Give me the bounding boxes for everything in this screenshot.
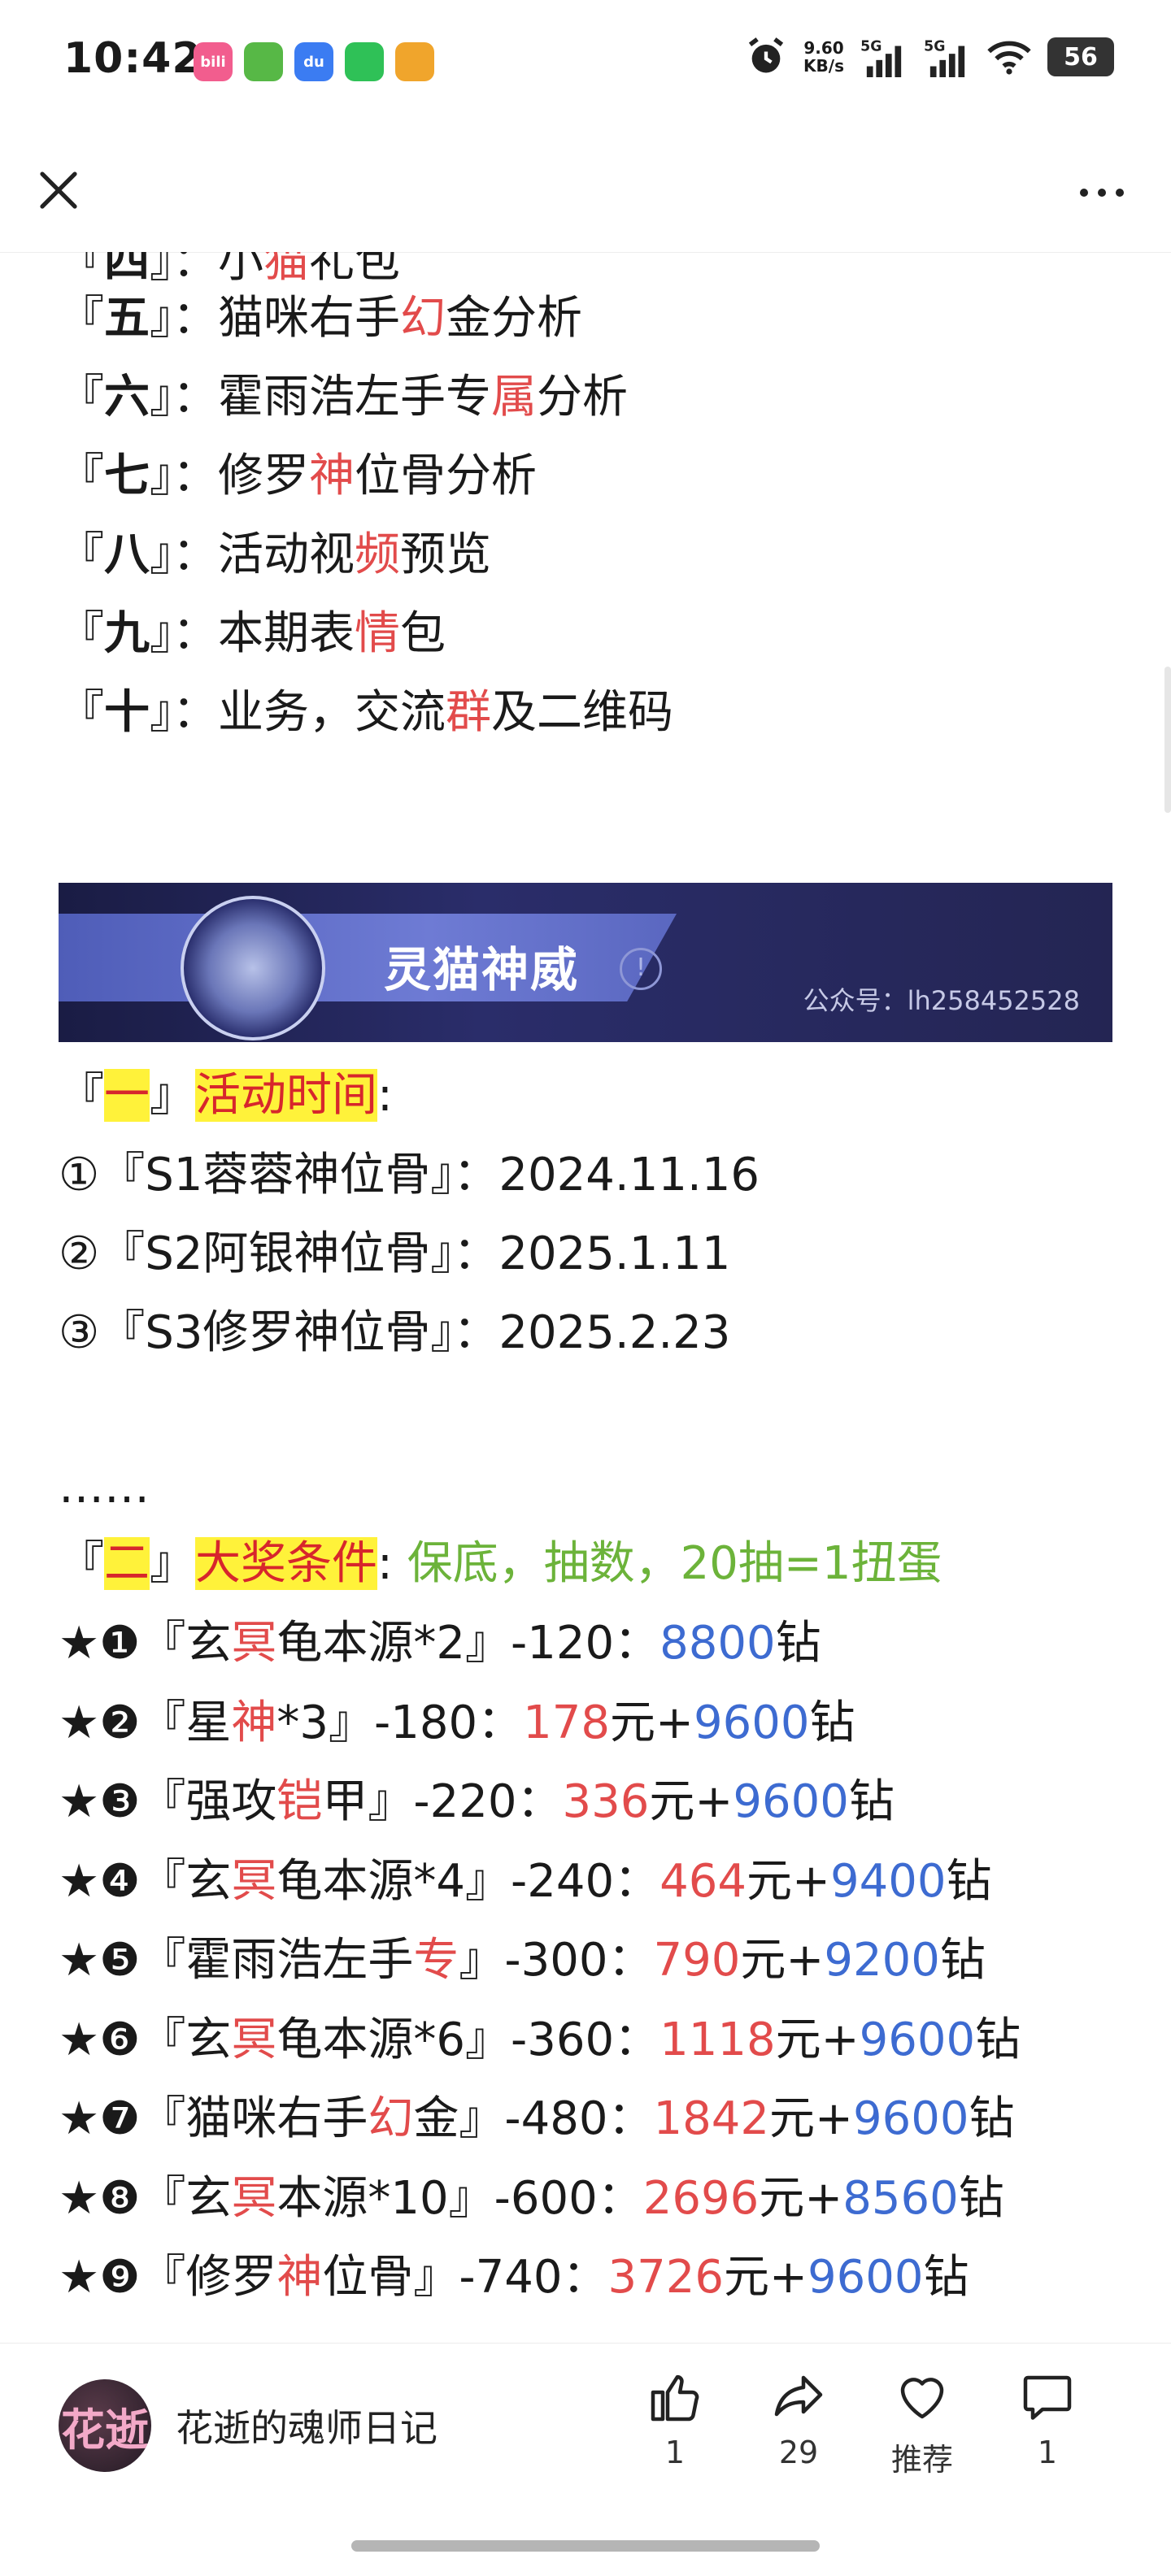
prize-tier-item: ★❹『玄冥龟本源*4』-240：464元+9400钻 (59, 1854, 992, 1908)
svg-text:5G: 5G (860, 38, 882, 54)
toc-item: 『五』：猫咪右手幻金分析 (59, 292, 582, 345)
notification-icons: bili du (194, 42, 434, 81)
recommend-button[interactable]: 推荐 (873, 2368, 971, 2479)
thumbs-up-icon (651, 2374, 699, 2422)
banner-title: 灵猫神威 (384, 942, 580, 997)
section-banner-image: 灵猫神威 ! 公众号：lh258452528 (59, 883, 1112, 1042)
status-bar: 10:42 bili du 9.60 KB/s 5G 5G 56 (0, 0, 1171, 122)
avatar[interactable]: 花逝 (59, 2379, 151, 2472)
toc-item: 『八』：活动视频预览 (59, 528, 491, 581)
like-count: 1 (664, 2435, 686, 2470)
scrollbar[interactable] (1164, 667, 1171, 813)
more-options-icon[interactable] (1080, 189, 1124, 197)
battery-indicator: 56 (1047, 37, 1114, 76)
banner-watermark: 公众号：lh258452528 (803, 985, 1080, 1016)
comment-count: 1 (1037, 2435, 1058, 2470)
prize-tier-item: ★❶『玄冥龟本源*2』-120：8800钻 (59, 1617, 821, 1670)
section-heading-2: 『二』大奖条件: 保底，抽数，20抽=1扭蛋 (59, 1537, 942, 1590)
prize-tier-item: ★❾『修罗神位骨』-740：3726元+9600钻 (59, 2251, 969, 2304)
wechat-icon (345, 42, 384, 81)
share-arrow-icon (774, 2375, 823, 2417)
prize-tier-item: ★❽『玄冥本源*10』-600：2696元+8560钻 (59, 2171, 1004, 2225)
alarm-icon (748, 37, 784, 73)
toc-item: 『九』：本期表情包 (59, 607, 446, 660)
network-speed: 9.60 KB/s (803, 38, 844, 76)
wifi-icon (987, 41, 1031, 75)
home-indicator[interactable] (351, 2540, 820, 2552)
prize-tier-item: ★❸『强攻铠甲』-220：336元+9600钻 (59, 1775, 895, 1828)
signal-5g-icon: 5G (860, 38, 902, 77)
banner-emblem-icon (181, 896, 325, 1040)
schedule-item: ①『S1蓉蓉神位骨』：2024.11.16 (59, 1149, 760, 1201)
prize-tier-item: ★❻『玄冥龟本源*6』-360：1118元+9600钻 (59, 2013, 1021, 2066)
toc-item: 『十』：业务，交流群及二维码 (59, 686, 673, 739)
orange-app-icon (395, 42, 434, 81)
schedule-item: ③『S3修罗神位骨』：2025.2.23 (59, 1306, 731, 1359)
recommend-label: 推荐 (890, 2442, 953, 2478)
ellipsis-text: …… (59, 1461, 150, 1514)
signal-5g-icon-2: 5G (924, 38, 965, 77)
green-app-icon (244, 42, 283, 81)
clock: 10:42 (63, 34, 202, 83)
schedule-item: ②『S2阿银神位骨』：2025.1.11 (59, 1227, 731, 1280)
prize-tier-item: ★❼『猫咪右手幻金』-480：1842元+9600钻 (59, 2092, 1015, 2145)
section-heading-1: 『一』活动时间: (59, 1069, 393, 1122)
prize-tier-item: ★❺『霍雨浩左手专』-300：790元+9200钻 (59, 1934, 986, 1987)
bilibili-icon: bili (194, 42, 233, 81)
article-content: 『四』：小猫礼包 『五』：猫咪右手幻金分析 『六』：霍雨浩左手专属分析 『七』：修罗神… (0, 252, 1171, 2343)
article-nav-bar (0, 122, 1171, 253)
toc-item: 『七』：修罗神位骨分析 (59, 450, 537, 502)
svg-text:5G: 5G (924, 38, 945, 54)
toc-item: 『六』：霍雨浩左手专属分析 (59, 371, 628, 424)
close-icon[interactable] (33, 164, 85, 216)
comment-button[interactable]: 1 (999, 2368, 1096, 2470)
comment-icon (1023, 2375, 1072, 2420)
share-button[interactable]: 29 (750, 2368, 847, 2470)
system-indicators: 9.60 KB/s 5G 5G 56 (745, 36, 1114, 78)
author-name[interactable]: 花逝的魂师日记 (176, 2399, 437, 2452)
bottom-action-bar: 花逝 花逝的魂师日记 1 29 推荐 1 (0, 2343, 1171, 2576)
exclamation-icon: ! (620, 948, 662, 990)
share-count: 29 (778, 2435, 819, 2470)
prize-tier-item: ★❷『星神*3』-180：178元+9600钻 (59, 1696, 855, 1749)
like-button[interactable]: 1 (626, 2368, 724, 2470)
banner-band (59, 914, 677, 1001)
heart-icon (900, 2378, 944, 2419)
du-app-icon: du (294, 42, 333, 81)
